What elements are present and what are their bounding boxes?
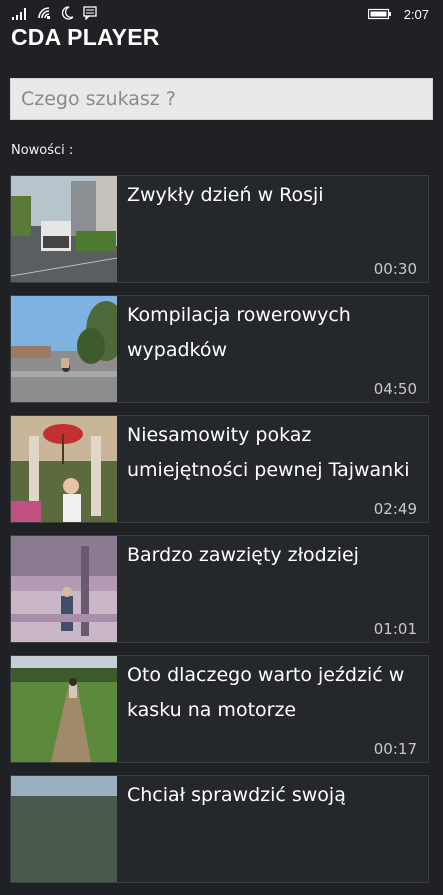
- video-thumbnail: [11, 536, 117, 642]
- video-thumbnail: [11, 296, 117, 402]
- video-list: Zwykły dzień w Rosji 00:30 Kompilacja ro…: [10, 175, 429, 895]
- video-thumbnail: [11, 776, 117, 882]
- status-bar: 2:07: [0, 0, 443, 26]
- video-title: Bardzo zawzięty złodziej: [127, 544, 359, 566]
- wifi-icon: [37, 5, 53, 24]
- quiet-hours-icon: [61, 5, 74, 24]
- video-item[interactable]: Chciał sprawdzić swoją: [10, 775, 429, 883]
- video-thumbnail: [11, 176, 117, 282]
- video-title: Niesamowity pokaz umiejętności pewnej Ta…: [127, 424, 410, 481]
- message-icon: [83, 5, 97, 24]
- video-thumbnail: [11, 416, 117, 522]
- video-item[interactable]: Niesamowity pokaz umiejętności pewnej Ta…: [10, 415, 429, 523]
- video-title: Zwykły dzień w Rosji: [127, 184, 324, 206]
- video-duration: 00:30: [373, 260, 417, 278]
- video-title: Chciał sprawdzić swoją: [127, 784, 346, 806]
- battery-icon: [367, 5, 392, 24]
- video-title: Kompilacja rowerowych wypadków: [127, 304, 351, 361]
- video-thumbnail: [11, 656, 117, 762]
- search-box[interactable]: [10, 78, 433, 120]
- clock: 2:07: [403, 7, 429, 22]
- video-item[interactable]: Oto dlaczego warto jeździć w kasku na mo…: [10, 655, 429, 763]
- signal-icon: [12, 5, 28, 24]
- video-duration: 00:17: [373, 740, 417, 758]
- app-title: CDA PLAYER: [11, 24, 160, 50]
- section-label: Nowości :: [11, 143, 74, 158]
- video-duration: 01:01: [373, 620, 417, 638]
- video-item[interactable]: Zwykły dzień w Rosji 00:30: [10, 175, 429, 283]
- video-item[interactable]: Kompilacja rowerowych wypadków 04:50: [10, 295, 429, 403]
- video-duration: 04:50: [373, 380, 417, 398]
- video-duration: 02:49: [373, 500, 417, 518]
- video-title: Oto dlaczego warto jeździć w kasku na mo…: [127, 664, 405, 721]
- search-input[interactable]: [11, 79, 432, 119]
- video-item[interactable]: Bardzo zawzięty złodziej 01:01: [10, 535, 429, 643]
